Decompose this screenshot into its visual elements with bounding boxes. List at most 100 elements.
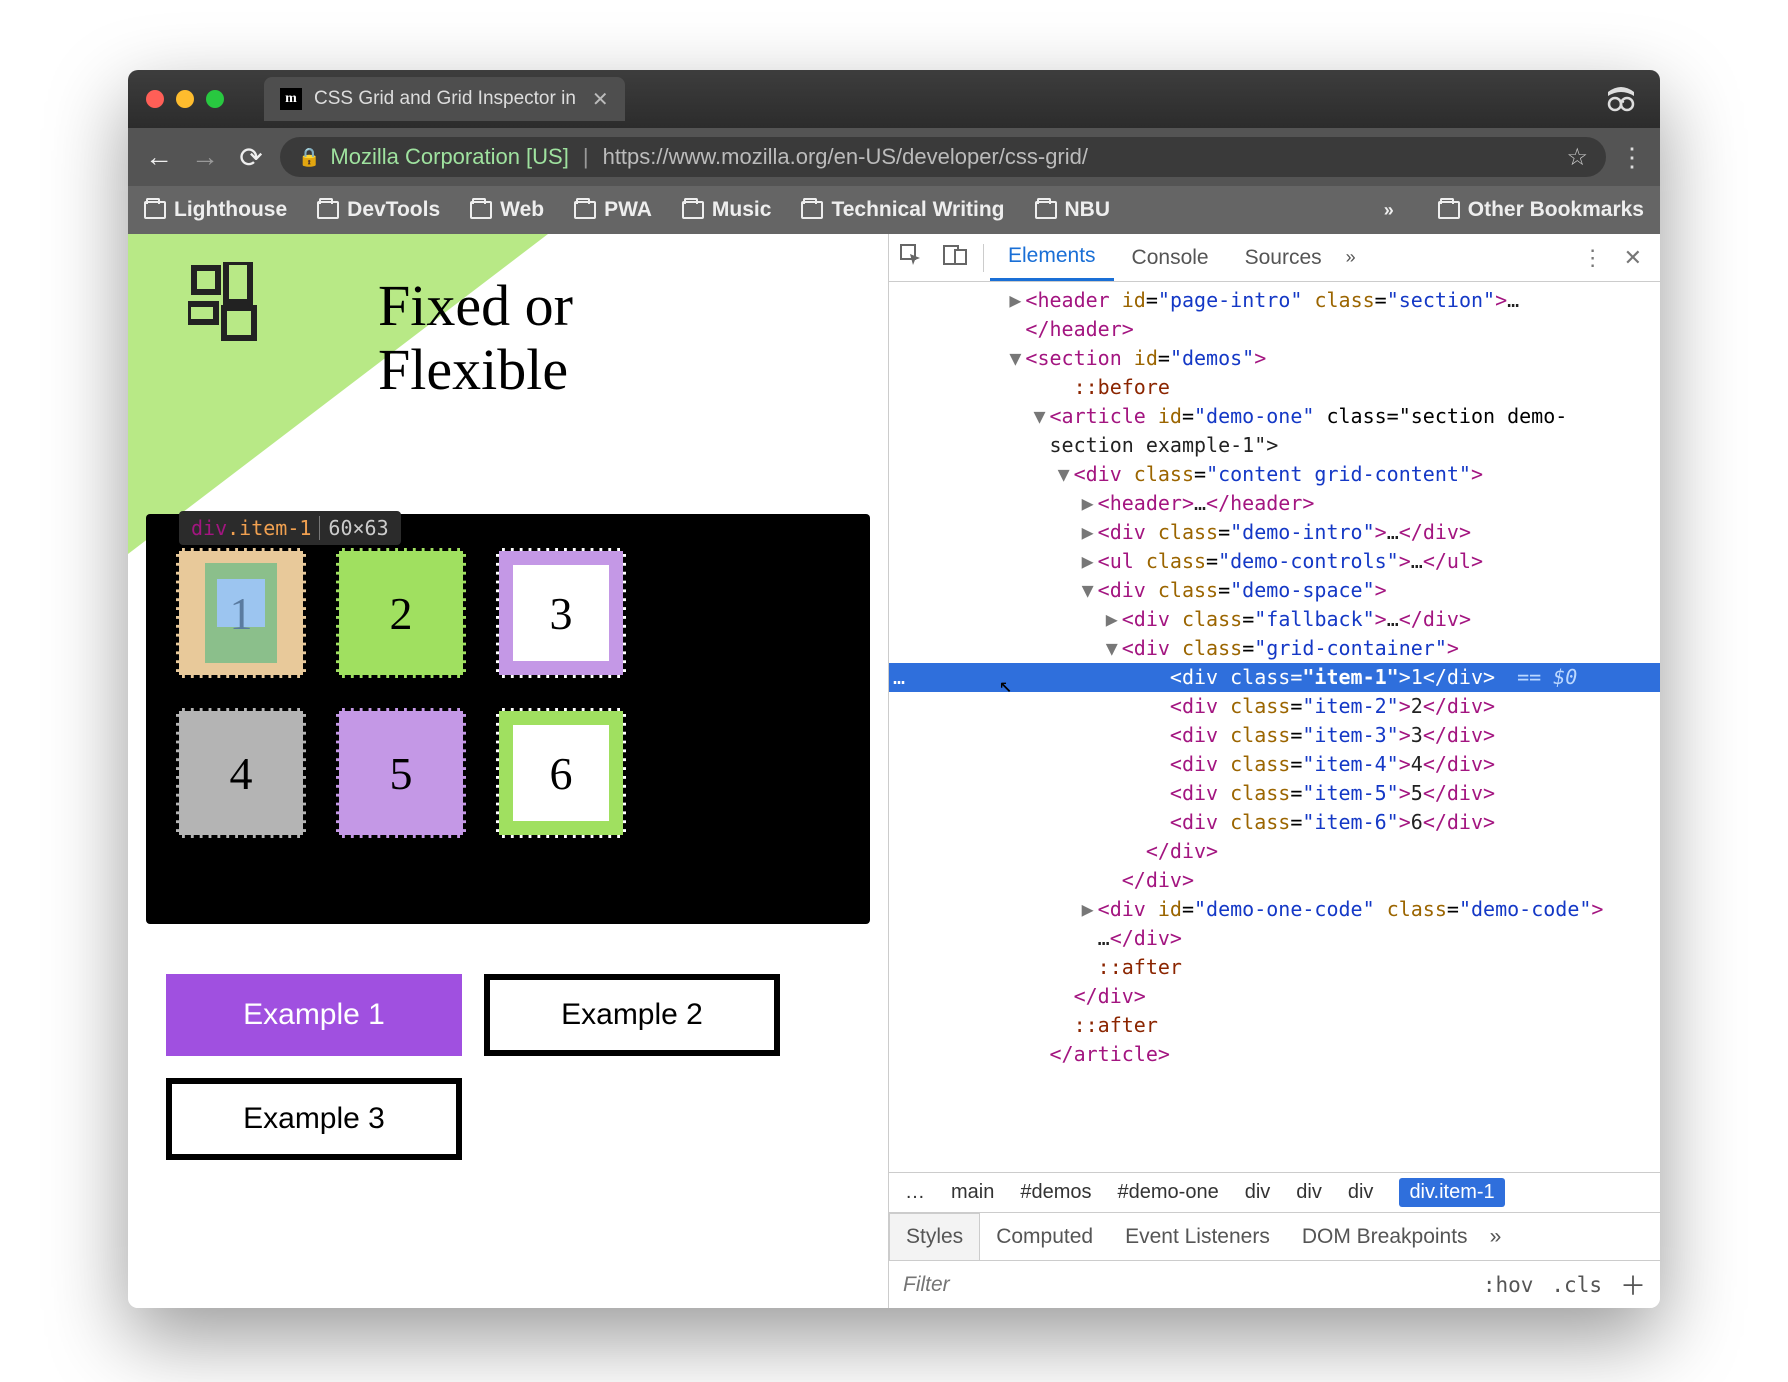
dom-node[interactable]: ▼<div class="grid-container"> [889,634,1660,663]
bookmark-label: PWA [604,198,652,222]
grid-cell-3[interactable]: 3 [496,548,626,678]
bookmark-folder[interactable]: PWA [574,198,652,222]
tab-title: CSS Grid and Grid Inspector in [314,88,576,110]
bookmarks-overflow-icon[interactable]: » [1384,200,1394,221]
dom-node[interactable]: ▶<ul class="demo-controls">…</ul> [889,547,1660,576]
folder-icon [801,201,823,219]
devtools-tab-console[interactable]: Console [1114,234,1227,281]
styles-tab-dom-breakpoints[interactable]: DOM Breakpoints [1286,1213,1484,1260]
window-controls [146,90,224,108]
dom-node[interactable]: ▼<article id="demo-one" class="section d… [889,402,1660,431]
dom-node[interactable]: ▶<div class="fallback">…</div> [889,605,1660,634]
page-title: Fixed orFlexible [378,274,573,402]
dom-node[interactable]: ▼<div class="demo-space"> [889,576,1660,605]
bookmark-label: Music [712,198,772,222]
favicon: m [280,88,302,110]
dom-node[interactable]: </div> [889,837,1660,866]
minimize-window-button[interactable] [176,90,194,108]
bookmark-folder[interactable]: Technical Writing [801,198,1004,222]
dom-node[interactable]: <div class="item-6">6</div> [889,808,1660,837]
dom-node[interactable]: ::after [889,953,1660,982]
dom-node[interactable]: <div class="item-5">5</div> [889,779,1660,808]
other-bookmarks-folder[interactable]: Other Bookmarks [1438,198,1644,222]
inspector-tooltip: div.item-160×63 [179,511,401,545]
breadcrumb[interactable]: … main #demos #demo-one div div div div.item-1 [889,1172,1660,1212]
bookmark-label: NBU [1065,198,1111,222]
hov-toggle[interactable]: :hov [1483,1273,1534,1297]
dom-node[interactable]: ::after [889,1011,1660,1040]
breadcrumb-segment[interactable]: #demo-one [1118,1181,1219,1204]
close-window-button[interactable] [146,90,164,108]
bookmark-folder[interactable]: DevTools [317,198,440,222]
grid-cell-2[interactable]: 2 [336,548,466,678]
folder-icon [682,201,704,219]
bookmark-folder[interactable]: Music [682,198,772,222]
dom-node[interactable]: …</div> [889,924,1660,953]
close-tab-icon[interactable]: ✕ [592,87,609,112]
dom-node[interactable]: ▶<div class="demo-intro">…</div> [889,518,1660,547]
bookmark-folder[interactable]: Lighthouse [144,198,287,222]
breadcrumb-segment[interactable]: main [951,1181,994,1204]
breadcrumb-segment[interactable]: div.item-1 [1399,1178,1504,1207]
page-logo [188,262,268,342]
dom-node[interactable]: </div> [889,866,1660,895]
styles-tab-styles[interactable]: Styles [889,1213,980,1260]
folder-icon [470,201,492,219]
toolbar: ← → ⟳ 🔒 Mozilla Corporation [US] | https… [128,128,1660,186]
cls-toggle[interactable]: .cls [1551,1273,1602,1297]
inspect-element-icon[interactable] [889,244,933,272]
back-button[interactable]: ← [142,141,176,173]
browser-tab[interactable]: m CSS Grid and Grid Inspector in ✕ [264,77,625,121]
grid-cell-5[interactable]: 5 [336,708,466,838]
new-style-rule-icon[interactable]: ＋ [1620,1266,1646,1303]
dom-node[interactable]: ▼<div class="content grid-content"> [889,460,1660,489]
styles-tabs-overflow-icon[interactable]: » [1490,1225,1502,1249]
browser-menu-button[interactable]: ⋮ [1618,142,1646,173]
breadcrumb-segment[interactable]: div [1245,1181,1271,1204]
example-button-1[interactable]: Example 1 [166,974,462,1056]
devtools-tab-elements[interactable]: Elements [990,234,1114,281]
devtools-settings-icon[interactable]: ⋮ [1582,245,1604,271]
bookmark-star-icon[interactable]: ☆ [1566,143,1588,172]
example-button-2[interactable]: Example 2 [484,974,780,1056]
bookmark-folder[interactable]: Web [470,198,544,222]
dom-node[interactable]: ▶<header>…</header> [889,489,1660,518]
dom-node[interactable]: <div class="item-4">4</div> [889,750,1660,779]
reload-button[interactable]: ⟳ [234,141,268,174]
dom-node[interactable]: ▶<div id="demo-one-code" class="demo-cod… [889,895,1660,924]
breadcrumb-segment[interactable]: div [1348,1181,1374,1204]
devtools-tabs-overflow-icon[interactable]: » [1346,247,1356,268]
breadcrumb-segment[interactable]: #demos [1020,1181,1091,1204]
dom-node[interactable]: section example-1"> [889,431,1660,460]
grid-cell-6[interactable]: 6 [496,708,626,838]
bookmarks-bar: Lighthouse DevTools Web PWA Music Technical W… [128,186,1660,234]
dom-node[interactable]: ▼<section id="demos"> [889,344,1660,373]
dom-node[interactable]: </header> [889,315,1660,344]
devtools-tab-sources[interactable]: Sources [1227,234,1340,281]
styles-tab-computed[interactable]: Computed [980,1213,1109,1260]
address-bar[interactable]: 🔒 Mozilla Corporation [US] | https://www… [280,137,1606,177]
dom-node[interactable]: </article> [889,1040,1660,1069]
device-toolbar-icon[interactable] [933,245,977,271]
dom-node[interactable]: </div> [889,982,1660,1011]
browser-window: m CSS Grid and Grid Inspector in ✕ ← → ⟳… [128,70,1660,1308]
incognito-icon [1604,82,1638,117]
dom-node[interactable]: ▶<header id="page-intro" class="section"… [889,286,1660,315]
grid-cell-1[interactable]: div.item-160×631 [176,548,306,678]
example-button-3[interactable]: Example 3 [166,1078,462,1160]
devtools-tabs: ElementsConsoleSources » ⋮ ✕ [889,234,1660,282]
breadcrumb-segment[interactable]: … [905,1181,925,1204]
dom-node[interactable]: ::before [889,373,1660,402]
bookmark-folder[interactable]: NBU [1035,198,1111,222]
maximize-window-button[interactable] [206,90,224,108]
styles-filter-input[interactable] [903,1273,1177,1297]
dom-tree[interactable]: ▶<header id="page-intro" class="section"… [889,282,1660,1172]
demo-grid: div.item-160×63123 456 [176,548,840,838]
example-buttons: Example 1 Example 2 Example 3 [166,974,866,1160]
dom-node[interactable]: <div class="item-3">3</div> [889,721,1660,750]
forward-button[interactable]: → [188,141,222,173]
styles-tab-event-listeners[interactable]: Event Listeners [1109,1213,1286,1260]
devtools-close-icon[interactable]: ✕ [1624,245,1642,271]
breadcrumb-segment[interactable]: div [1296,1181,1322,1204]
grid-cell-4[interactable]: 4 [176,708,306,838]
